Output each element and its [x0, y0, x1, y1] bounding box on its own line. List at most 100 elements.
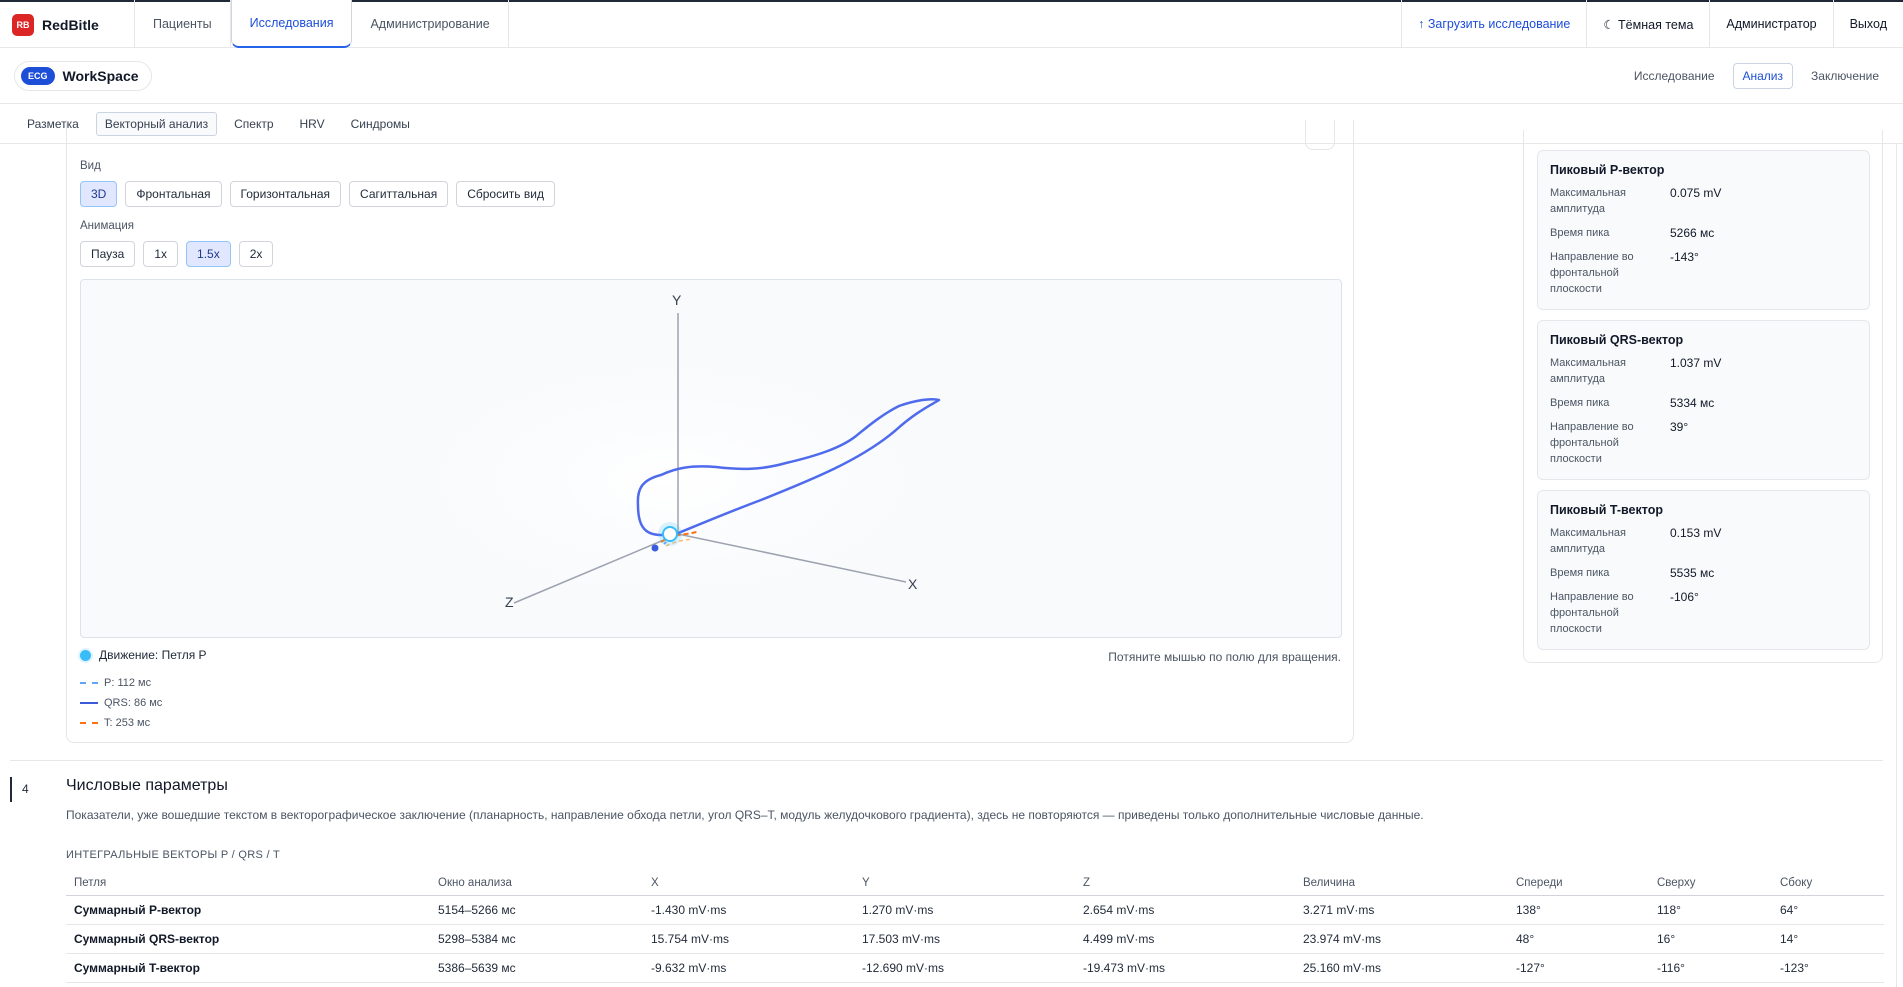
legend-item-qrs: QRS: 86 мс	[80, 693, 162, 713]
peak-p-dir-label: Направление во фронтальной плоскости	[1550, 251, 1634, 295]
peak-qrs-dir-label: Направление во фронтальной плоскости	[1550, 421, 1634, 465]
cell-top: 118°	[1649, 895, 1772, 925]
reset-view-button[interactable]: Сбросить вид	[456, 181, 555, 207]
animation-buttons: Пауза 1x 1.5x 2x	[80, 241, 274, 267]
peak-p-title: Пиковый P-вектор	[1550, 163, 1665, 177]
view-buttons: 3D Фронтальная Горизонтальная Сагиттальн…	[80, 181, 555, 207]
cell-x: -9.632 mV·ms	[643, 953, 854, 983]
y-axis-label: Y	[672, 292, 682, 308]
peak-p-dir-value: -143°	[1670, 250, 1699, 264]
peak-qrs-dir-value: 39°	[1670, 420, 1689, 434]
ws-tab-conclusion[interactable]: Заключение	[1801, 63, 1889, 89]
peak-qrs-amp-value: 1.037 mV	[1670, 356, 1722, 370]
cell-front: 48°	[1508, 924, 1649, 954]
view-frontal-button[interactable]: Фронтальная	[125, 181, 222, 207]
peak-t-time-label: Время пика	[1550, 567, 1610, 579]
movement-dot-icon	[80, 649, 91, 661]
peak-t-amp-value: 0.153 mV	[1670, 526, 1722, 540]
cell-loop: Суммарный QRS-вектор	[66, 924, 430, 954]
peak-t-dir-value: -106°	[1670, 590, 1699, 604]
col-z: Z	[1075, 871, 1295, 896]
canvas-glow	[311, 310, 1031, 637]
peak-p-amp-label: Максимальная амплитуда	[1550, 187, 1626, 215]
workspace-title: WorkSpace	[62, 68, 139, 84]
nav-tab-studies[interactable]: Исследования	[230, 0, 353, 48]
peak-qrs-time-label: Время пика	[1550, 397, 1610, 409]
view-horizontal-button[interactable]: Горизонтальная	[229, 181, 342, 207]
cell-loop: Суммарный T-вектор	[66, 953, 430, 983]
view-label: Вид	[80, 160, 101, 172]
brand[interactable]: RB RedBitle	[12, 14, 99, 36]
col-window: Окно анализа	[430, 871, 643, 896]
table-row: Суммарный P-вектор 5154–5266 мс -1.430 m…	[66, 895, 1884, 925]
movement-label: Движение: Петля P	[99, 648, 207, 662]
view-3d-button[interactable]: 3D	[80, 181, 118, 207]
peak-p-time-label: Время пика	[1550, 227, 1610, 239]
view-sagittal-button[interactable]: Сагиттальная	[349, 181, 449, 207]
nav-tab-patients[interactable]: Пациенты	[134, 0, 231, 48]
peak-t-vector-card: Пиковый T-вектор Максимальная амплитуда …	[1537, 490, 1870, 650]
cell-window: 5298–5384 мс	[430, 924, 643, 954]
cell-y: 1.270 mV·ms	[854, 895, 1075, 925]
legend-p-line-icon	[80, 682, 98, 684]
peak-qrs-time-value: 5334 мс	[1670, 396, 1715, 410]
ws-tab-analysis[interactable]: Анализ	[1732, 63, 1794, 89]
dark-theme-toggle[interactable]: ☾ Тёмная тема	[1586, 0, 1709, 48]
section-marker	[10, 777, 12, 802]
vectorcardiogram-3d-canvas[interactable]: Y X Z	[80, 279, 1342, 638]
ws-tab-study[interactable]: Исследование	[1624, 63, 1725, 89]
top-actions: ↑ Загрузить исследование ☾ Тёмная тема А…	[1401, 0, 1903, 48]
user-menu[interactable]: Администратор	[1709, 0, 1832, 48]
peak-t-time-value: 5535 мс	[1670, 566, 1715, 580]
cell-top: 16°	[1649, 924, 1772, 954]
col-loop: Петля	[66, 871, 430, 896]
cell-y: -12.690 mV·ms	[854, 953, 1075, 983]
legend-qrs-label: QRS: 86 мс	[104, 697, 163, 709]
peak-p-amp-row: Максимальная амплитуда 0.075 mV	[1550, 185, 1857, 217]
peak-p-amp-value: 0.075 mV	[1670, 186, 1722, 200]
movement-status: Движение: Петля P	[80, 648, 207, 662]
pause-button[interactable]: Пауза	[80, 241, 136, 267]
cell-front: 138°	[1508, 895, 1649, 925]
section-title: Числовые параметры	[66, 777, 228, 794]
animation-cursor	[662, 526, 678, 542]
cell-window: 5386–5639 мс	[430, 953, 643, 983]
upload-study-button[interactable]: ↑ Загрузить исследование	[1401, 0, 1586, 48]
cell-front: -127°	[1508, 953, 1649, 983]
peak-t-dir-label: Направление во фронтальной плоскости	[1550, 591, 1634, 635]
cell-loop: Суммарный P-вектор	[66, 895, 430, 925]
logout-button[interactable]: Выход	[1832, 0, 1903, 48]
cell-z: 4.499 mV·ms	[1075, 924, 1295, 954]
peak-qrs-amp-label: Максимальная амплитуда	[1550, 357, 1626, 385]
panel-corner-control[interactable]	[1305, 120, 1335, 150]
nav-tab-admin[interactable]: Администрирование	[352, 0, 509, 48]
ecg-badge: ECG	[21, 67, 55, 85]
top-bar: RB RedBitle Пациенты Исследования Админи…	[0, 0, 1903, 48]
peak-t-dir-row: Направление во фронтальной плоскости -10…	[1550, 589, 1857, 637]
cell-magnitude: 23.974 mV·ms	[1295, 924, 1508, 954]
scrollbar-track[interactable]	[1896, 144, 1897, 987]
peak-t-amp-row: Максимальная амплитуда 0.153 mV	[1550, 525, 1857, 557]
workspace-bar: ECG WorkSpace Исследование Анализ Заключ…	[0, 48, 1903, 104]
legend-qrs-line-icon	[80, 702, 98, 704]
peak-qrs-time-row: Время пика 5334 мс	[1550, 395, 1857, 411]
peak-p-time-value: 5266 мс	[1670, 226, 1715, 240]
cell-side: 64°	[1772, 895, 1884, 925]
peak-t-amp-label: Максимальная амплитуда	[1550, 527, 1626, 555]
section-description: Показатели, уже вошедшие текстом в векто…	[66, 808, 1424, 822]
cell-side: 14°	[1772, 924, 1884, 954]
speed-1x-button[interactable]: 1x	[143, 241, 179, 267]
legend-t-label: T: 253 мс	[104, 717, 151, 729]
brand-name: RedBitle	[42, 17, 99, 33]
speed-1-5x-button[interactable]: 1.5x	[186, 241, 231, 267]
cell-x: -1.430 mV·ms	[643, 895, 854, 925]
cell-y: 17.503 mV·ms	[854, 924, 1075, 954]
peak-qrs-dir-row: Направление во фронтальной плоскости 39°	[1550, 419, 1857, 467]
section-number: 4	[22, 782, 29, 796]
peak-qrs-title: Пиковый QRS-вектор	[1550, 333, 1684, 347]
peak-p-time-row: Время пика 5266 мс	[1550, 225, 1857, 241]
col-front: Спереди	[1508, 871, 1649, 896]
rotate-hint: Потяните мышью по полю для вращения.	[1108, 650, 1341, 664]
speed-2x-button[interactable]: 2x	[238, 241, 274, 267]
peak-qrs-vector-card: Пиковый QRS-вектор Максимальная амплитуд…	[1537, 320, 1870, 480]
